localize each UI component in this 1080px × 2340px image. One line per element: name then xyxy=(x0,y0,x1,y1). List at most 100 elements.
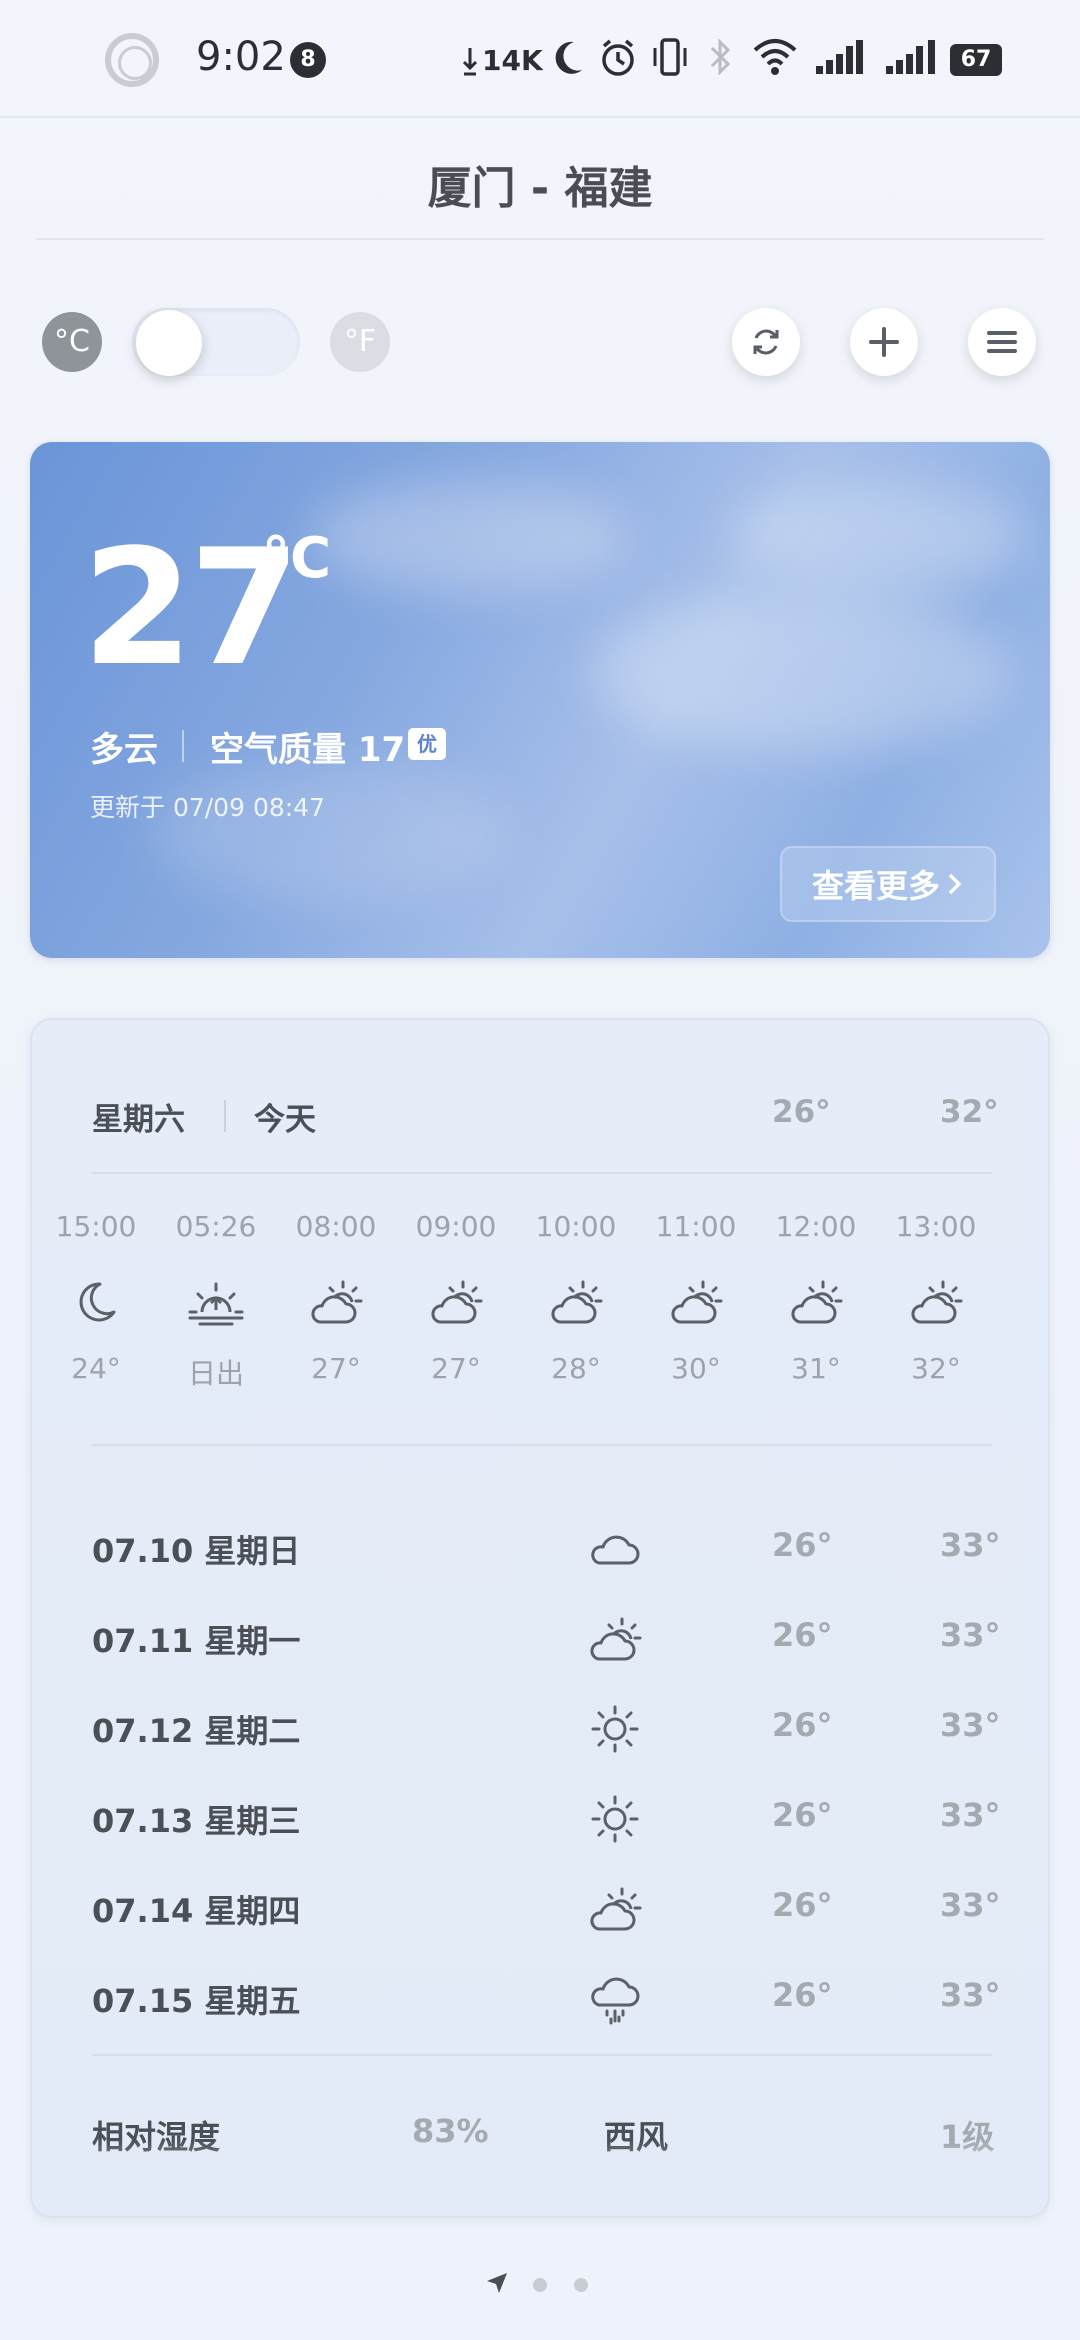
daily-row: 07.13 星期三 26° 33° xyxy=(32,1774,1048,1864)
daily-row: 07.11 星期一 26° 33° xyxy=(32,1594,1048,1684)
hourly-time: 09:00 xyxy=(415,1210,497,1243)
download-icon xyxy=(462,48,478,76)
fahrenheit-indicator[interactable]: °F xyxy=(330,312,390,372)
sunrise-icon xyxy=(156,1252,276,1352)
daily-low-temp: 26° xyxy=(772,1976,833,2014)
unit-toggle-knob[interactable] xyxy=(136,310,202,376)
partly-cloudy-icon xyxy=(396,1252,516,1352)
alarm-icon xyxy=(602,39,634,76)
page-indicator xyxy=(0,2270,1080,2300)
add-city-button[interactable] xyxy=(850,308,918,376)
moon-icon xyxy=(555,41,582,74)
battery-level: 67 xyxy=(950,44,1002,76)
daily-row: 07.15 星期五 26° 33° xyxy=(32,1954,1048,2044)
hourly-time: 11:00 xyxy=(655,1210,737,1243)
menu-button[interactable] xyxy=(968,308,1036,376)
partly-cloudy-icon xyxy=(580,1874,650,1944)
hourly-item: 11:00 30° xyxy=(636,1210,756,1385)
page-dot[interactable] xyxy=(533,2278,547,2292)
daily-high-temp: 33° xyxy=(940,1796,1001,1834)
daily-high-temp: 33° xyxy=(940,1706,1001,1744)
signal-2-icon xyxy=(886,40,935,74)
daily-row: 07.14 星期四 26° 33° xyxy=(32,1864,1048,1954)
hourly-time: 15:00 xyxy=(55,1210,137,1243)
daily-low-temp: 26° xyxy=(772,1886,833,1924)
partly-cloudy-icon xyxy=(756,1252,876,1352)
chevron-right-icon xyxy=(948,873,962,895)
vibrate-icon xyxy=(653,38,687,76)
location-arrow-icon[interactable] xyxy=(484,2270,510,2296)
hourly-temp: 32° xyxy=(911,1352,961,1385)
hourly-time: 05:26 xyxy=(175,1210,257,1243)
updated-time: 更新于 07/09 08:47 xyxy=(90,793,325,822)
daily-high-temp: 33° xyxy=(940,1616,1001,1654)
hourly-time: 12:00 xyxy=(775,1210,857,1243)
hourly-item: 08:00 27° xyxy=(276,1210,396,1385)
celsius-indicator[interactable]: °C xyxy=(42,312,102,372)
hourly-temp: 27° xyxy=(431,1352,481,1385)
forecast-card[interactable]: 星期六 今天 26° 32° 15:00 24° 05:26 日出 08:00 … xyxy=(30,1018,1050,2218)
daily-date: 07.12 星期二 xyxy=(92,1712,301,1750)
partly-cloudy-icon xyxy=(276,1252,396,1352)
status-bar: 9:02 8 14K 67 xyxy=(0,0,1080,118)
divider xyxy=(92,2054,992,2056)
hourly-time: 13:00 xyxy=(895,1210,977,1243)
menu-icon xyxy=(987,331,1017,353)
sun-icon xyxy=(580,1694,650,1764)
signal-icon xyxy=(816,40,863,74)
city-title: 厦门 - 福建 xyxy=(427,163,653,214)
divider xyxy=(92,1172,992,1174)
daily-date: 07.14 星期四 xyxy=(92,1892,301,1930)
weather-screen: 9:02 8 14K 67 厦门 - 福建 °C °F 27 °C 多云 空气质… xyxy=(0,0,1080,2340)
air-quality: 空气质量 17 xyxy=(210,730,406,770)
net-speed: 14K xyxy=(482,44,543,77)
aqi-badge: 优 xyxy=(408,728,446,760)
refresh-button[interactable] xyxy=(732,308,800,376)
daily-low-temp: 26° xyxy=(772,1526,833,1564)
view-more-label: 查看更多 xyxy=(811,867,940,905)
hourly-temp: 28° xyxy=(551,1352,601,1385)
bluetooth-icon xyxy=(710,38,731,76)
daily-low-temp: 26° xyxy=(772,1706,833,1744)
partly-cloudy-icon xyxy=(516,1252,636,1352)
daily-row: 07.12 星期二 26° 33° xyxy=(32,1684,1048,1774)
view-more-button[interactable]: 查看更多 xyxy=(780,846,996,922)
daily-low-temp: 26° xyxy=(772,1616,833,1654)
daily-date: 07.13 星期三 xyxy=(92,1802,301,1840)
daily-high-temp: 33° xyxy=(940,1976,1001,2014)
hourly-item: 09:00 27° xyxy=(396,1210,516,1385)
title-divider xyxy=(36,238,1044,240)
hourly-time: 10:00 xyxy=(535,1210,617,1243)
rain-icon xyxy=(580,1964,650,2034)
partly-cloudy-icon xyxy=(636,1252,756,1352)
divider xyxy=(92,1444,992,1446)
record-indicator-icon xyxy=(105,33,159,87)
hourly-time: 08:00 xyxy=(295,1210,377,1243)
hourly-temp: 24° xyxy=(71,1352,121,1385)
partly-cloudy-icon xyxy=(876,1252,996,1352)
notification-count-badge: 8 xyxy=(290,42,326,78)
plus-icon xyxy=(869,327,899,357)
moon-icon xyxy=(36,1252,156,1352)
daily-date: 07.10 星期日 xyxy=(92,1532,301,1570)
daily-date: 07.15 星期五 xyxy=(92,1982,301,2020)
hourly-temp: 30° xyxy=(671,1352,721,1385)
daily-date: 07.11 星期一 xyxy=(92,1622,301,1660)
daily-row: 07.10 星期日 26° 33° xyxy=(32,1504,1048,1594)
today-weekday: 星期六 xyxy=(92,1102,185,1138)
hourly-temp: 日出 xyxy=(187,1357,244,1390)
hourly-item: 15:00 24° xyxy=(36,1210,156,1385)
hourly-temp: 31° xyxy=(791,1352,841,1385)
wifi-icon xyxy=(753,39,797,75)
current-weather-card[interactable]: 27 °C 多云 空气质量 17 优 更新于 07/09 08:47 查看更多 xyxy=(30,442,1050,958)
page-dot[interactable] xyxy=(574,2278,588,2292)
daily-low-temp: 26° xyxy=(772,1796,833,1834)
condition-separator xyxy=(182,730,184,762)
today-low-temp: 26° xyxy=(772,1094,831,1130)
hourly-item: 12:00 31° xyxy=(756,1210,876,1385)
scroll-fade xyxy=(32,2140,1048,2216)
weather-condition: 多云 xyxy=(90,730,158,770)
hourly-item: 05:26 日出 xyxy=(156,1210,276,1392)
today-separator xyxy=(224,1100,226,1132)
daily-high-temp: 33° xyxy=(940,1526,1001,1564)
